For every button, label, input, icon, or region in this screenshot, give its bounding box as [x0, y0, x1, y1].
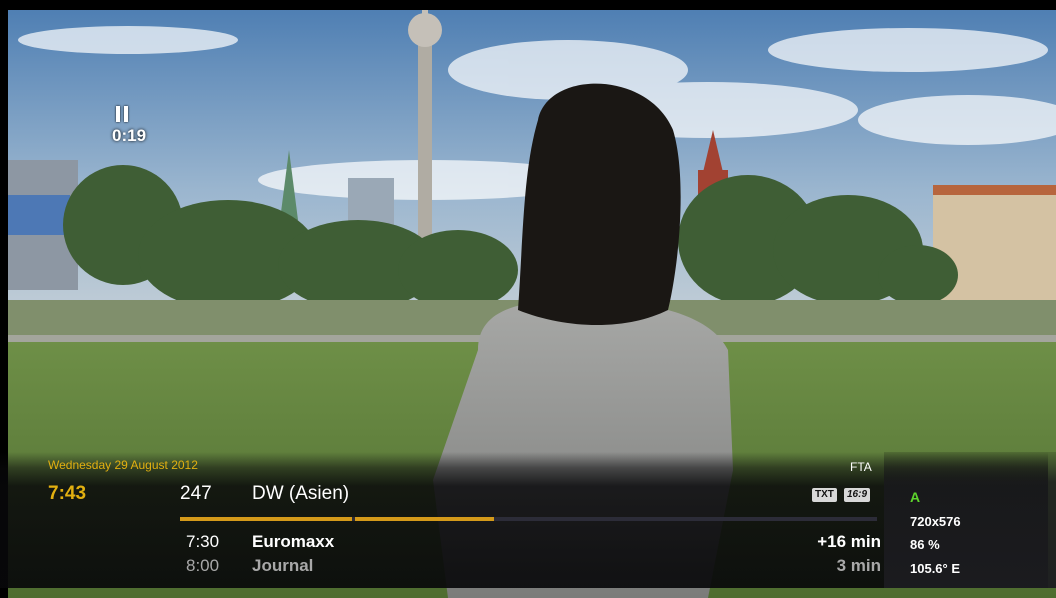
audio-track: A	[910, 489, 921, 505]
now-start-time: 7:30	[186, 532, 220, 551]
program-progress-bar	[180, 517, 877, 521]
elapsed-time: 0:19	[112, 126, 147, 145]
channel-name: DW (Asien)	[252, 483, 350, 504]
aspect-ratio-badge: 16:9	[844, 488, 871, 502]
progress-segment	[180, 517, 352, 521]
teletext-badge: TXT	[812, 488, 837, 502]
current-clock: 7:43	[48, 483, 87, 504]
encryption-status: FTA	[850, 460, 872, 474]
playback-status: 0:19	[112, 106, 146, 146]
signal-strength: 86 %	[910, 537, 940, 552]
next-duration: 3 min	[836, 556, 881, 575]
channel-number: 247	[180, 483, 212, 504]
now-program-title: Euromaxx	[252, 532, 335, 551]
progress-segment	[355, 517, 494, 521]
now-remaining: +16 min	[817, 532, 881, 551]
next-program-title: Journal	[252, 556, 314, 575]
satellite-position: 105.6° E	[910, 561, 961, 576]
current-date: Wednesday 29 August 2012	[48, 458, 198, 472]
video-resolution: 720x576	[910, 514, 961, 529]
pause-icon	[116, 106, 146, 122]
next-start-time: 8:00	[186, 556, 220, 575]
